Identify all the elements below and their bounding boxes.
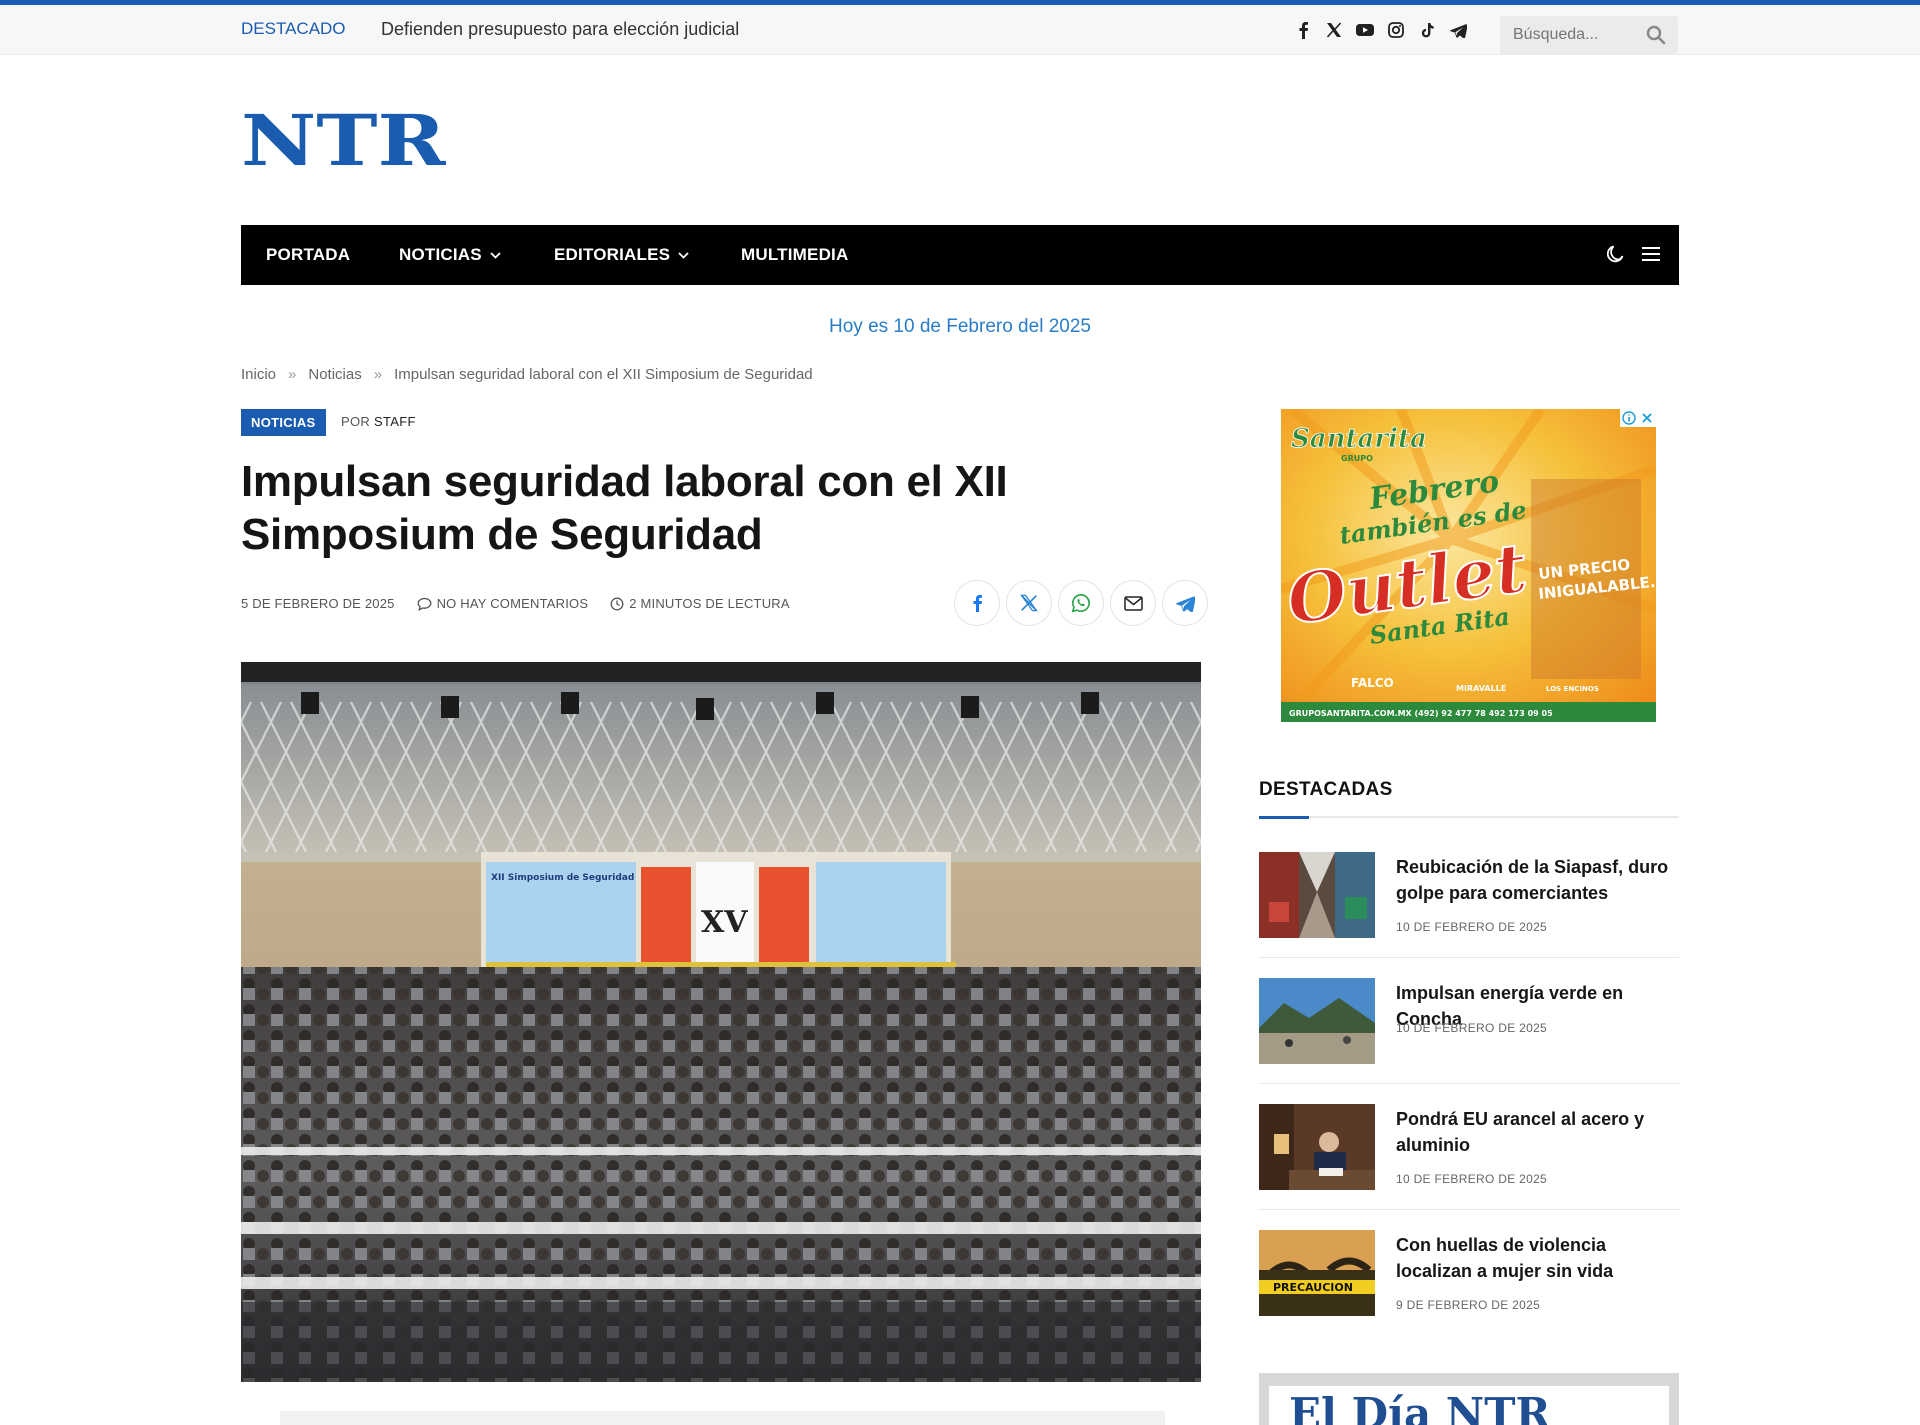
share-x-button[interactable] — [1006, 580, 1052, 626]
comment-icon — [417, 597, 432, 611]
nav-item-portada[interactable]: PORTADA — [266, 245, 350, 265]
thumb-caution-text: PRECAUCION — [1273, 1281, 1353, 1294]
sidebar-title-underline — [1259, 816, 1679, 819]
comments-link[interactable]: NO HAY COMENTARIOS — [417, 596, 589, 611]
post-date: 10 DE FEBRERO DE 2025 — [1396, 1021, 1548, 1035]
breadcrumb-current: Impulsan seguridad laboral con el XII Si… — [394, 366, 813, 383]
promo-text: El Día NTR — [1289, 1389, 1551, 1425]
social-links — [1294, 20, 1467, 40]
sidebar-post[interactable]: Impulsan energía verde en Concha 10 DE F… — [1259, 978, 1679, 1084]
facebook-icon — [973, 595, 982, 612]
publish-date: 5 DE FEBRERO DE 2025 — [241, 596, 395, 611]
post-thumbnail[interactable] — [1259, 1104, 1375, 1190]
current-date: Hoy es 10 de Febrero del 2025 — [829, 316, 1091, 337]
share-buttons — [954, 580, 1208, 626]
article-hero-image: XII Simposium de Seguridad XV — [241, 662, 1201, 1382]
sidebar-title: DESTACADAS — [1259, 779, 1393, 800]
category-badge[interactable]: NOTICIAS — [241, 409, 326, 436]
byline-prefix: POR — [341, 414, 371, 429]
youtube-icon[interactable] — [1356, 20, 1374, 40]
stage-center-text: XV — [701, 905, 748, 940]
post-title[interactable]: Pondrá EU arancel al acero y aluminio — [1396, 1106, 1679, 1158]
nav-label: MULTIMEDIA — [741, 245, 849, 264]
nav-label: NOTICIAS — [399, 245, 482, 264]
promo-inner: El Día NTR — [1269, 1386, 1669, 1425]
author-link[interactable]: STAFF — [374, 414, 416, 429]
main-navigation: PORTADA NOTICIAS EDITORIALES MULTIMEDIA — [241, 225, 1679, 285]
chevron-down-icon — [678, 251, 689, 259]
ad-brand: Santarita — [1291, 424, 1427, 454]
ad-choices — [1620, 409, 1656, 427]
telegram-icon — [1175, 595, 1195, 612]
breadcrumb: Inicio » Noticias » Impulsan seguridad l… — [241, 366, 813, 383]
ad-partner-3: LOS ENCINOS — [1546, 685, 1599, 693]
instagram-icon[interactable] — [1387, 20, 1405, 40]
share-facebook-button[interactable] — [954, 580, 1000, 626]
sidebar-divider — [1259, 1083, 1679, 1084]
logo-text: NTR — [241, 110, 446, 170]
facebook-icon[interactable] — [1294, 20, 1312, 40]
search-input[interactable] — [1500, 16, 1640, 54]
ad-partner-2: MIRAVALLE — [1456, 684, 1506, 693]
post-thumbnail[interactable] — [1259, 852, 1375, 938]
post-thumbnail[interactable] — [1259, 978, 1375, 1064]
byline: POR STAFF — [341, 414, 416, 429]
top-bar: DESTACADO Defienden presupuesto para ele… — [0, 0, 1920, 55]
nav-tools — [1605, 244, 1661, 269]
whatsapp-icon — [1071, 593, 1090, 613]
article-title: Impulsan seguridad laboral con el XII Si… — [241, 457, 1008, 559]
search-box — [1500, 16, 1678, 54]
nav-item-multimedia[interactable]: MULTIMEDIA — [741, 245, 848, 265]
post-date: 10 DE FEBRERO DE 2025 — [1396, 1172, 1548, 1186]
post-thumbnail[interactable]: PRECAUCION — [1259, 1230, 1375, 1316]
post-date: 9 DE FEBRERO DE 2025 — [1396, 1298, 1541, 1312]
tiktok-icon[interactable] — [1418, 20, 1436, 40]
nav-label: PORTADA — [266, 245, 351, 264]
breadcrumb-separator: » — [373, 366, 383, 383]
share-telegram-button[interactable] — [1162, 580, 1208, 626]
telegram-icon[interactable] — [1449, 20, 1467, 40]
post-date: 10 DE FEBRERO DE 2025 — [1396, 920, 1548, 934]
advertisement-banner[interactable]: Santarita GRUPO Febrero también es de Ou… — [1281, 409, 1656, 722]
menu-icon[interactable] — [1641, 244, 1661, 269]
post-title[interactable]: Reubicación de la Siapasf, duro golpe pa… — [1396, 854, 1679, 906]
ad-close-icon[interactable] — [1638, 409, 1656, 427]
ad-partner-1: FALCO — [1351, 676, 1394, 690]
breadcrumb-category-link[interactable]: Noticias — [308, 366, 361, 383]
article-meta: 5 DE FEBRERO DE 2025 NO HAY COMENTARIOS … — [241, 596, 790, 611]
chevron-down-icon — [490, 251, 501, 259]
search-icon[interactable] — [1646, 25, 1666, 45]
sidebar-post[interactable]: PRECAUCION Con huellas de violencia loca… — [1259, 1230, 1679, 1336]
reading-time: 2 MINUTOS DE LECTURA — [610, 596, 790, 611]
sidebar-divider — [1259, 957, 1679, 958]
x-icon[interactable] — [1325, 20, 1343, 40]
ad-footer: GRUPOSANTARITA.COM.MX (492) 92 477 78 49… — [1289, 709, 1553, 718]
nav-item-editoriales[interactable]: EDITORIALES — [554, 245, 689, 265]
stage-screen-text: XII Simposium de Seguridad — [491, 873, 634, 883]
share-email-button[interactable] — [1110, 580, 1156, 626]
clock-icon — [610, 597, 624, 610]
post-title[interactable]: Con huellas de violencia localizan a muj… — [1396, 1232, 1679, 1284]
featured-headline-link[interactable]: Defienden presupuesto para elección judi… — [381, 19, 739, 40]
reading-time-text: 2 MINUTOS DE LECTURA — [629, 596, 790, 611]
sidebar-post[interactable]: Pondrá EU arancel al acero y aluminio 10… — [1259, 1104, 1679, 1210]
ad-info-icon[interactable] — [1620, 409, 1638, 427]
x-icon — [1020, 594, 1038, 612]
sidebar-divider — [1259, 1209, 1679, 1210]
sidebar-post[interactable]: Reubicación de la Siapasf, duro golpe pa… — [1259, 852, 1679, 958]
breadcrumb-separator: » — [288, 366, 297, 383]
comments-count: NO HAY COMENTARIOS — [436, 596, 589, 611]
featured-label: DESTACADO — [241, 19, 346, 38]
email-icon — [1123, 595, 1143, 611]
content-divider — [280, 1411, 1165, 1425]
nav-label: EDITORIALES — [554, 245, 671, 264]
breadcrumb-home-link[interactable]: Inicio — [241, 366, 276, 383]
ad-brand-sub: GRUPO — [1341, 454, 1373, 463]
sidebar-promo-banner[interactable]: El Día NTR — [1259, 1373, 1679, 1425]
nav-item-noticias[interactable]: NOTICIAS — [399, 245, 501, 265]
moon-icon[interactable] — [1605, 244, 1625, 269]
site-logo[interactable]: NTR — [241, 99, 447, 182]
share-whatsapp-button[interactable] — [1058, 580, 1104, 626]
